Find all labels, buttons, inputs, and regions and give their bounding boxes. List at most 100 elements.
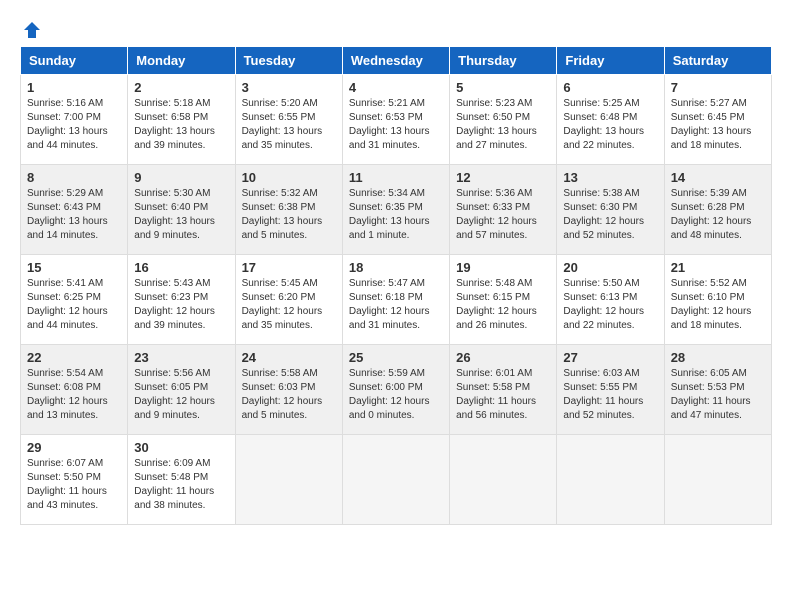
calendar-cell: 5 Sunrise: 5:23 AM Sunset: 6:50 PM Daylig… bbox=[450, 75, 557, 165]
calendar-cell: 22 Sunrise: 5:54 AM Sunset: 6:08 PM Dayli… bbox=[21, 345, 128, 435]
weekday-header: Thursday bbox=[450, 47, 557, 75]
weekday-header: Monday bbox=[128, 47, 235, 75]
day-number: 3 bbox=[242, 80, 336, 95]
day-number: 20 bbox=[563, 260, 657, 275]
day-info: Sunrise: 5:48 AM Sunset: 6:15 PM Dayligh… bbox=[456, 277, 550, 333]
calendar-cell: 30 Sunrise: 6:09 AM Sunset: 5:48 PM Dayli… bbox=[128, 435, 235, 525]
logo bbox=[20, 20, 42, 36]
day-number: 11 bbox=[349, 170, 443, 185]
day-info: Sunrise: 5:25 AM Sunset: 6:48 PM Dayligh… bbox=[563, 97, 657, 153]
day-number: 13 bbox=[563, 170, 657, 185]
day-number: 25 bbox=[349, 350, 443, 365]
calendar-cell: 14 Sunrise: 5:39 AM Sunset: 6:28 PM Dayli… bbox=[664, 165, 771, 255]
day-info: Sunrise: 5:58 AM Sunset: 6:03 PM Dayligh… bbox=[242, 367, 336, 423]
calendar-cell: 25 Sunrise: 5:59 AM Sunset: 6:00 PM Dayli… bbox=[342, 345, 449, 435]
calendar-cell: 6 Sunrise: 5:25 AM Sunset: 6:48 PM Daylig… bbox=[557, 75, 664, 165]
day-number: 27 bbox=[563, 350, 657, 365]
calendar-cell: 8 Sunrise: 5:29 AM Sunset: 6:43 PM Daylig… bbox=[21, 165, 128, 255]
calendar-cell: 2 Sunrise: 5:18 AM Sunset: 6:58 PM Daylig… bbox=[128, 75, 235, 165]
calendar-cell: 11 Sunrise: 5:34 AM Sunset: 6:35 PM Dayli… bbox=[342, 165, 449, 255]
day-info: Sunrise: 6:07 AM Sunset: 5:50 PM Dayligh… bbox=[27, 457, 121, 513]
calendar-table: SundayMondayTuesdayWednesdayThursdayFrid… bbox=[20, 46, 772, 525]
day-number: 9 bbox=[134, 170, 228, 185]
day-number: 16 bbox=[134, 260, 228, 275]
page-header bbox=[20, 20, 772, 36]
calendar-cell: 28 Sunrise: 6:05 AM Sunset: 5:53 PM Dayli… bbox=[664, 345, 771, 435]
calendar-cell: 3Sunrise: 5:20 AM Sunset: 6:55 PM Daylig… bbox=[235, 75, 342, 165]
calendar-cell: 15 Sunrise: 5:41 AM Sunset: 6:25 PM Dayli… bbox=[21, 255, 128, 345]
day-number: 18 bbox=[349, 260, 443, 275]
day-number: 10 bbox=[242, 170, 336, 185]
calendar-week-row: 22 Sunrise: 5:54 AM Sunset: 6:08 PM Dayli… bbox=[21, 345, 772, 435]
calendar-header-row: SundayMondayTuesdayWednesdayThursdayFrid… bbox=[21, 47, 772, 75]
day-info: Sunrise: 5:18 AM Sunset: 6:58 PM Dayligh… bbox=[134, 97, 228, 153]
day-number: 8 bbox=[27, 170, 121, 185]
calendar-week-row: 1 Sunrise: 5:16 AM Sunset: 7:00 PM Daylig… bbox=[21, 75, 772, 165]
weekday-header: Tuesday bbox=[235, 47, 342, 75]
day-number: 28 bbox=[671, 350, 765, 365]
calendar-cell: 20 Sunrise: 5:50 AM Sunset: 6:13 PM Dayli… bbox=[557, 255, 664, 345]
day-info: Sunrise: 5:27 AM Sunset: 6:45 PM Dayligh… bbox=[671, 97, 765, 153]
calendar-cell: 4Sunrise: 5:21 AM Sunset: 6:53 PM Daylig… bbox=[342, 75, 449, 165]
day-info: Sunrise: 6:03 AM Sunset: 5:55 PM Dayligh… bbox=[563, 367, 657, 423]
day-info: Sunrise: 5:36 AM Sunset: 6:33 PM Dayligh… bbox=[456, 187, 550, 243]
calendar-cell: 10 Sunrise: 5:32 AM Sunset: 6:38 PM Dayli… bbox=[235, 165, 342, 255]
day-number: 1 bbox=[27, 80, 121, 95]
calendar-cell bbox=[450, 435, 557, 525]
calendar-cell: 18 Sunrise: 5:47 AM Sunset: 6:18 PM Dayli… bbox=[342, 255, 449, 345]
calendar-week-row: 8 Sunrise: 5:29 AM Sunset: 6:43 PM Daylig… bbox=[21, 165, 772, 255]
weekday-header: Friday bbox=[557, 47, 664, 75]
calendar-cell: 7 Sunrise: 5:27 AM Sunset: 6:45 PM Daylig… bbox=[664, 75, 771, 165]
day-info: Sunrise: 5:52 AM Sunset: 6:10 PM Dayligh… bbox=[671, 277, 765, 333]
day-info: Sunrise: 5:50 AM Sunset: 6:13 PM Dayligh… bbox=[563, 277, 657, 333]
calendar-cell: 21Sunrise: 5:52 AM Sunset: 6:10 PM Dayli… bbox=[664, 255, 771, 345]
day-number: 14 bbox=[671, 170, 765, 185]
calendar-cell: 19 Sunrise: 5:48 AM Sunset: 6:15 PM Dayli… bbox=[450, 255, 557, 345]
day-number: 5 bbox=[456, 80, 550, 95]
day-number: 15 bbox=[27, 260, 121, 275]
weekday-header: Wednesday bbox=[342, 47, 449, 75]
calendar-cell: 9 Sunrise: 5:30 AM Sunset: 6:40 PM Daylig… bbox=[128, 165, 235, 255]
calendar-cell: 27 Sunrise: 6:03 AM Sunset: 5:55 PM Dayli… bbox=[557, 345, 664, 435]
day-info: Sunrise: 5:41 AM Sunset: 6:25 PM Dayligh… bbox=[27, 277, 121, 333]
day-info: Sunrise: 5:30 AM Sunset: 6:40 PM Dayligh… bbox=[134, 187, 228, 243]
day-info: Sunrise: 6:09 AM Sunset: 5:48 PM Dayligh… bbox=[134, 457, 228, 513]
calendar-cell: 12 Sunrise: 5:36 AM Sunset: 6:33 PM Dayli… bbox=[450, 165, 557, 255]
day-number: 24 bbox=[242, 350, 336, 365]
day-info: Sunrise: 5:45 AM Sunset: 6:20 PM Dayligh… bbox=[242, 277, 336, 333]
day-number: 7 bbox=[671, 80, 765, 95]
calendar-cell: 13 Sunrise: 5:38 AM Sunset: 6:30 PM Dayli… bbox=[557, 165, 664, 255]
day-number: 2 bbox=[134, 80, 228, 95]
day-number: 29 bbox=[27, 440, 121, 455]
day-info: Sunrise: 5:54 AM Sunset: 6:08 PM Dayligh… bbox=[27, 367, 121, 423]
day-info: Sunrise: 5:56 AM Sunset: 6:05 PM Dayligh… bbox=[134, 367, 228, 423]
calendar-cell: 26Sunrise: 6:01 AM Sunset: 5:58 PM Dayli… bbox=[450, 345, 557, 435]
day-number: 12 bbox=[456, 170, 550, 185]
calendar-cell bbox=[664, 435, 771, 525]
day-info: Sunrise: 5:32 AM Sunset: 6:38 PM Dayligh… bbox=[242, 187, 336, 243]
day-info: Sunrise: 5:43 AM Sunset: 6:23 PM Dayligh… bbox=[134, 277, 228, 333]
calendar-cell bbox=[235, 435, 342, 525]
day-number: 19 bbox=[456, 260, 550, 275]
day-info: Sunrise: 5:16 AM Sunset: 7:00 PM Dayligh… bbox=[27, 97, 121, 153]
day-info: Sunrise: 5:34 AM Sunset: 6:35 PM Dayligh… bbox=[349, 187, 443, 243]
calendar-cell: 16 Sunrise: 5:43 AM Sunset: 6:23 PM Dayli… bbox=[128, 255, 235, 345]
weekday-header: Saturday bbox=[664, 47, 771, 75]
day-info: Sunrise: 5:59 AM Sunset: 6:00 PM Dayligh… bbox=[349, 367, 443, 423]
calendar-cell bbox=[342, 435, 449, 525]
day-info: Sunrise: 5:21 AM Sunset: 6:53 PM Dayligh… bbox=[349, 97, 443, 153]
day-info: Sunrise: 5:47 AM Sunset: 6:18 PM Dayligh… bbox=[349, 277, 443, 333]
day-info: Sunrise: 6:05 AM Sunset: 5:53 PM Dayligh… bbox=[671, 367, 765, 423]
logo-icon bbox=[22, 20, 42, 40]
calendar-week-row: 15 Sunrise: 5:41 AM Sunset: 6:25 PM Dayli… bbox=[21, 255, 772, 345]
day-info: Sunrise: 5:23 AM Sunset: 6:50 PM Dayligh… bbox=[456, 97, 550, 153]
day-number: 6 bbox=[563, 80, 657, 95]
day-info: Sunrise: 5:38 AM Sunset: 6:30 PM Dayligh… bbox=[563, 187, 657, 243]
day-number: 22 bbox=[27, 350, 121, 365]
day-info: Sunrise: 5:29 AM Sunset: 6:43 PM Dayligh… bbox=[27, 187, 121, 243]
day-number: 30 bbox=[134, 440, 228, 455]
calendar-cell: 24 Sunrise: 5:58 AM Sunset: 6:03 PM Dayli… bbox=[235, 345, 342, 435]
day-info: Sunrise: 5:39 AM Sunset: 6:28 PM Dayligh… bbox=[671, 187, 765, 243]
calendar-cell: 1 Sunrise: 5:16 AM Sunset: 7:00 PM Daylig… bbox=[21, 75, 128, 165]
calendar-cell bbox=[557, 435, 664, 525]
